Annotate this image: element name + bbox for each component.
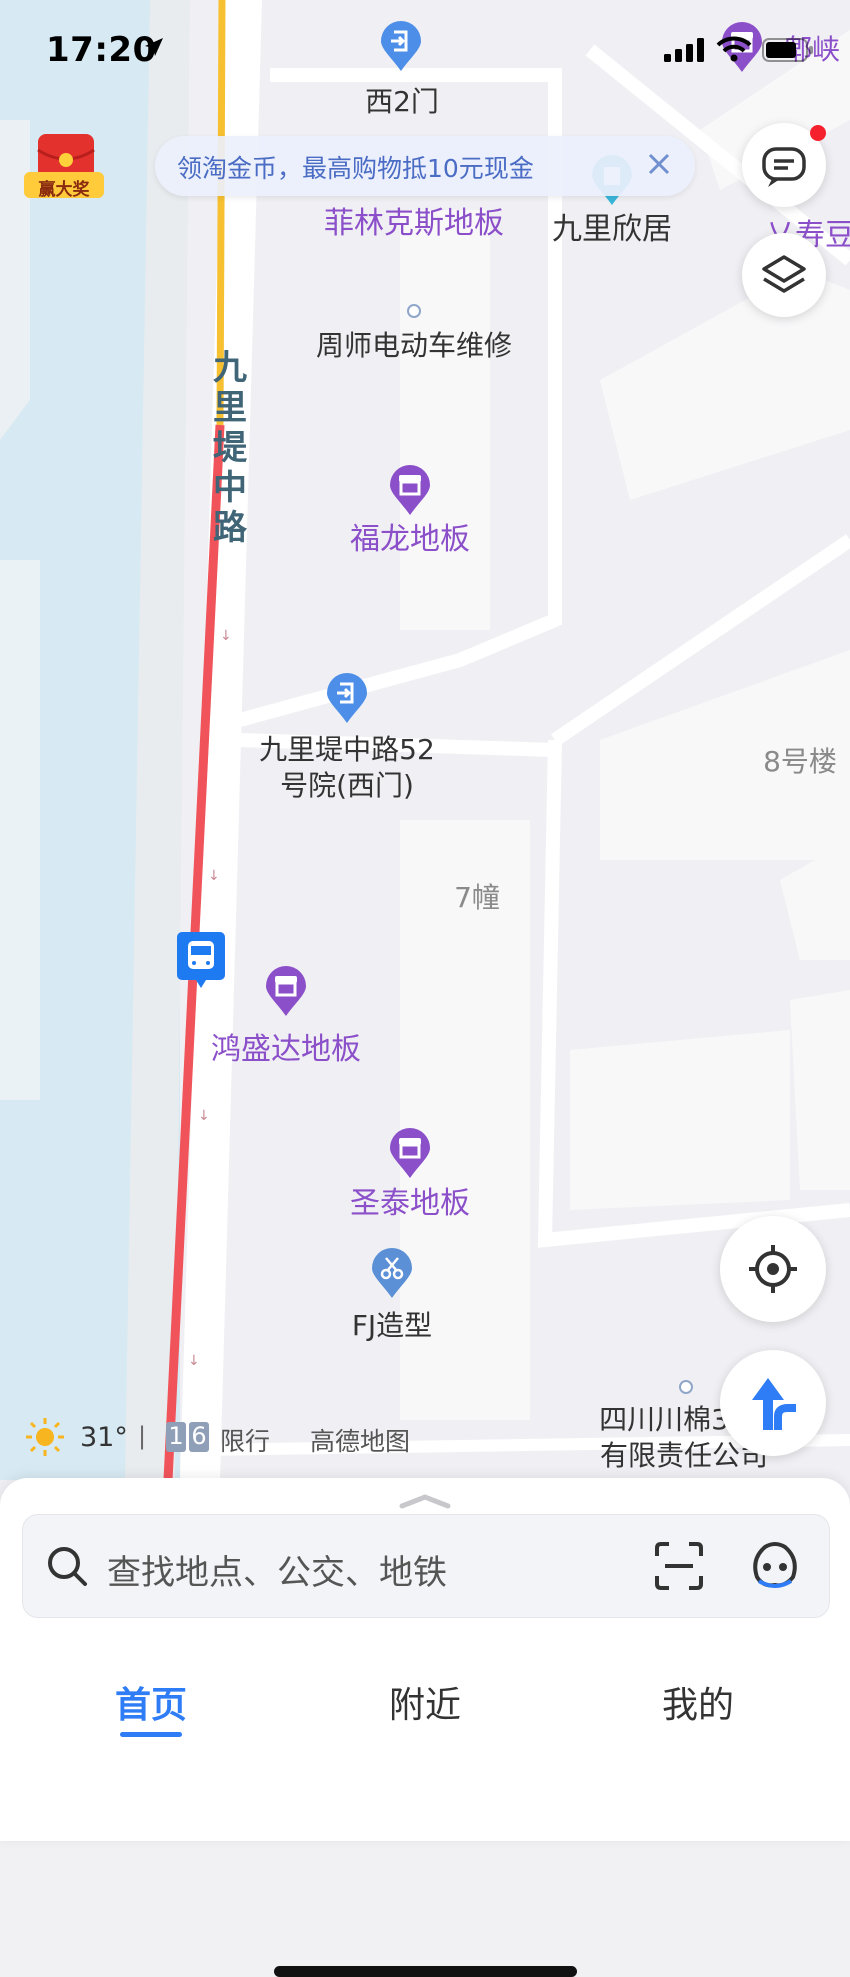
search-input[interactable]: 查找地点、公交、地铁 — [107, 1545, 447, 1594]
search-icon — [48, 1547, 87, 1586]
wifi-icon — [716, 36, 752, 62]
shop-pin-icon[interactable] — [388, 463, 432, 517]
tab-home[interactable]: 首页 — [115, 1676, 187, 1728]
poi-label-jiulixinju[interactable]: 九里欣居 — [552, 212, 672, 248]
weather-divider: | — [138, 1422, 147, 1450]
shop-pin-icon[interactable] — [388, 1126, 432, 1180]
poi-label-feilinkesi[interactable]: 菲林克斯地板 — [324, 206, 504, 242]
gift-label: 赢大奖 — [38, 180, 90, 200]
poi-label-yard-52-line1[interactable]: 九里堤中路52 — [259, 732, 435, 768]
shop-pin-icon[interactable] — [264, 964, 308, 1018]
poi-label-fj[interactable]: FJ造型 — [352, 1308, 432, 1344]
layers-button[interactable] — [742, 233, 826, 317]
temperature-text: 31° — [80, 1422, 128, 1453]
navigation-button[interactable] — [720, 1350, 826, 1456]
promo-banner[interactable]: 领淘金币，最高购物抵10元现金 — [155, 136, 695, 196]
message-button[interactable] — [742, 123, 826, 207]
plate-digit-b: 6 — [189, 1422, 209, 1452]
road-name-char: 堤 — [213, 428, 247, 468]
location-arrow-icon — [145, 38, 163, 56]
poi-label-fulong[interactable]: 福龙地板 — [350, 522, 470, 558]
sun-icon — [26, 1418, 64, 1456]
assistant-robot-icon[interactable] — [745, 1535, 805, 1595]
svg-text:↓: ↓ — [220, 628, 232, 644]
scan-icon[interactable] — [653, 1540, 705, 1592]
salon-pin-icon[interactable] — [370, 1246, 414, 1300]
poi-label-yard-52-line2[interactable]: 号院(西门) — [280, 768, 414, 804]
tab-bar: 首页 附近 我的 — [0, 1648, 850, 1977]
status-time: 17:20 — [46, 30, 157, 70]
route-arrow-icon — [752, 1378, 796, 1430]
road-name-char: 路 — [213, 508, 247, 548]
close-icon[interactable] — [643, 148, 675, 180]
locate-me-button[interactable] — [720, 1216, 826, 1322]
plate-digit-a: 1 — [166, 1422, 186, 1452]
building-label-8: 8号楼 — [763, 745, 837, 778]
notification-dot — [810, 125, 826, 141]
status-bar: 17:20 — [0, 0, 850, 100]
road-name-char: 里 — [213, 388, 247, 428]
building-label-7: 7幢 — [454, 881, 500, 914]
tab-nearby[interactable]: 附近 — [389, 1676, 461, 1728]
svg-text:↓: ↓ — [198, 1108, 210, 1124]
battery-icon — [762, 38, 813, 62]
bus-stop-icon[interactable] — [176, 930, 226, 990]
tab-mine[interactable]: 我的 — [662, 1676, 734, 1728]
gift-button[interactable]: 赢大奖 — [22, 128, 106, 204]
layers-icon — [762, 255, 806, 293]
cellular-signal-icon — [664, 38, 704, 62]
bottom-sheet[interactable]: 查找地点、公交、地铁 首页 附近 我的 — [0, 1478, 850, 1977]
poi-label-sichuan-line1[interactable]: 四川川棉3 — [599, 1402, 729, 1438]
home-indicator — [274, 1966, 577, 1977]
poi-label-hongshengda[interactable]: 鸿盛达地板 — [211, 1032, 361, 1068]
road-name-label: 九 里 堤 中 路 — [210, 348, 250, 548]
restriction-text: 限行 — [220, 1427, 271, 1456]
tab-home-underline — [120, 1732, 182, 1737]
gate-pin-icon[interactable] — [325, 671, 369, 725]
road-name-char: 九 — [213, 348, 247, 388]
poi-label-shengtai[interactable]: 圣泰地板 — [350, 1186, 470, 1222]
svg-text:↓: ↓ — [208, 868, 220, 884]
weather-bar[interactable]: 31° | 1 6 限行 高德地图 — [20, 1418, 440, 1458]
svg-text:↓: ↓ — [188, 1353, 200, 1369]
search-bar[interactable]: 查找地点、公交、地铁 — [22, 1514, 830, 1618]
promo-banner-text: 领淘金币，最高购物抵10元现金 — [177, 154, 534, 183]
poi-label-zhoushi[interactable]: 周师电动车维修 — [316, 328, 512, 364]
brand-logo-text: 高德地图 — [310, 1427, 411, 1456]
road-name-char: 中 — [213, 468, 247, 508]
crosshair-icon — [749, 1245, 797, 1293]
sheet-handle-icon[interactable] — [398, 1492, 452, 1512]
